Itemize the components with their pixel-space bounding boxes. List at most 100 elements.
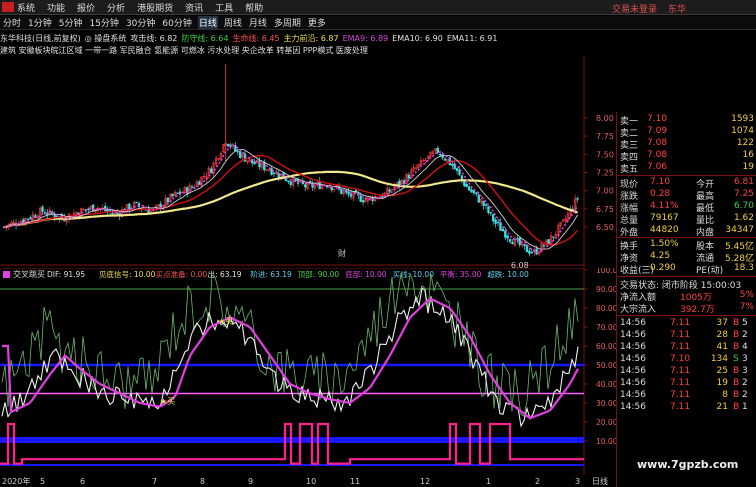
tick-row[interactable]: 14:56 7.10 134 S 3: [620, 354, 754, 366]
tick-volume: 21: [716, 402, 728, 412]
stat-value: 7.25: [733, 189, 754, 199]
period-monthly[interactable]: 月线: [248, 16, 268, 29]
stat-value: 4.11%: [650, 201, 679, 211]
tick-time: 14:56: [620, 402, 646, 412]
indicator-chart[interactable]: 交叉跳买 DIF: 91.95 见底信号: 10.00 买点准备: 0.00 出: 63…: [0, 268, 616, 487]
panel-separator: [617, 237, 756, 238]
stock-title[interactable]: 东华科技(日线,前复权): [0, 33, 81, 44]
panel-separator: [617, 315, 756, 316]
tick-direction: B: [733, 318, 740, 328]
sub-axis-label: 20.00: [596, 418, 616, 427]
sell-level-price: 7.10: [647, 114, 668, 124]
stat-value: 0.290: [650, 263, 676, 273]
sub-axis-label: 60.00: [596, 342, 616, 351]
period-weekly[interactable]: 周线: [223, 16, 243, 29]
menu-system[interactable]: 系统: [17, 1, 35, 14]
tick-price: 7.10: [670, 354, 691, 364]
period-more[interactable]: 更多: [307, 16, 327, 29]
quote-stat-row: 总量 79167 量比 1.62: [620, 213, 754, 226]
period-toolbar: 分时 1分钟 5分钟 15分钟 30分钟 60分钟 日线 周线 月线 多周期 更…: [0, 16, 756, 30]
tick-time: 14:56: [620, 390, 646, 400]
ema9-value: EMA9: 6.89: [342, 33, 389, 43]
tick-row[interactable]: 14:56 7.11 28 B 2: [620, 330, 754, 342]
date-label: 2020年: [2, 476, 30, 486]
period-daily[interactable]: 日线: [197, 16, 218, 29]
menu-tools[interactable]: 工具: [215, 1, 233, 14]
candle-body: [496, 221, 500, 224]
date-label: 10: [306, 477, 316, 486]
menu-hk-futures[interactable]: 港股期货: [137, 1, 173, 14]
period-multi[interactable]: 多周期: [273, 16, 302, 29]
candle-body: [460, 175, 464, 180]
indicator-value: 见底信号: 10.00: [99, 269, 156, 279]
flow-percent: 7%: [739, 302, 754, 312]
tick-row[interactable]: 14:56 7.11 41 B 4: [620, 342, 754, 354]
broker-link[interactable]: 东华: [668, 5, 686, 15]
period-1min[interactable]: 1分钟: [27, 16, 53, 29]
candle-body: [528, 250, 531, 254]
candlestick-chart[interactable]: 8.00 7.75 7.50 7.25 7.00 6.75 6.50 6.08 财: [0, 56, 616, 268]
stat-value: 6.70: [733, 201, 754, 211]
tick-direction: B: [733, 366, 740, 376]
tick-count: 3: [742, 354, 748, 364]
tick-row[interactable]: 14:56 7.11 25 B 3: [620, 366, 754, 378]
candle-body: [443, 158, 447, 161]
sell-level-row[interactable]: 卖五 7.06 19: [620, 162, 754, 175]
candle-body: [467, 186, 471, 191]
menu-function[interactable]: 功能: [47, 1, 65, 14]
sell-level-row[interactable]: 卖四 7.08 16: [620, 150, 754, 163]
tick-volume: 8: [722, 390, 728, 400]
money-flow-row: 净流入额 1005万 5%: [620, 290, 754, 303]
stat-value: 0.28: [650, 189, 671, 199]
tick-volume: 19: [716, 378, 728, 388]
candle-body: [22, 219, 25, 223]
sell-level-row[interactable]: 卖一 7.10 1593: [620, 114, 754, 127]
sell-level-row[interactable]: 卖三 7.08 122: [620, 138, 754, 151]
tick-price: 7.11: [670, 390, 691, 400]
ema11-value: EMA11: 6.91: [446, 33, 498, 43]
quote-stat-row: 收益(三) 0.290 PE(动) 18.3: [620, 263, 754, 276]
tick-row[interactable]: 14:56 7.11 21 B 1: [620, 402, 754, 414]
tick-row[interactable]: 14:56 7.11 8 B 2: [620, 390, 754, 402]
candle-body: [135, 201, 138, 204]
tick-price: 7.11: [670, 402, 691, 412]
period-5min[interactable]: 5分钟: [58, 16, 84, 29]
buy-marker-2: ★买: [218, 317, 233, 326]
period-30min[interactable]: 30分钟: [125, 16, 156, 29]
tick-direction: B: [733, 342, 740, 352]
sub-axis-label: 50.00: [596, 361, 616, 370]
date-label: 11: [350, 477, 360, 486]
trade-login-link[interactable]: 交易未登录: [612, 5, 657, 15]
menu-news[interactable]: 资讯: [185, 1, 203, 14]
menu-quote[interactable]: 报价: [77, 1, 95, 14]
date-label: 12: [420, 477, 430, 486]
indicator-value: 出: 63.19: [208, 269, 242, 279]
tick-price: 7.11: [670, 378, 691, 388]
attack-line-value: 攻击线: 6.82: [130, 33, 178, 43]
candle-body: [26, 218, 30, 220]
candle-body: [436, 147, 439, 153]
sell-level-row[interactable]: 卖二 7.09 1074: [620, 126, 754, 139]
tick-price: 7.11: [670, 318, 691, 328]
candle-body: [287, 180, 290, 183]
candle-body: [489, 212, 492, 214]
indicator-value: 买线: 10.00: [393, 269, 435, 279]
tick-time: 14:56: [620, 354, 646, 364]
menu-bar: 系统 功能 报价 分析 港股期货 资讯 工具 帮助 交易未登录 东华: [0, 0, 756, 15]
sub-axis-label: 70.00: [596, 323, 616, 332]
concept-tags: 建筑 安徽板块皖江区域 一带一路 军民融合 氢能源 可燃冰 污水处理 央企改革 …: [0, 45, 368, 55]
stat-value: 6.81: [733, 177, 754, 187]
stat-value: 1.50%: [650, 239, 679, 249]
menu-analysis[interactable]: 分析: [107, 1, 125, 14]
period-timeshare[interactable]: 分时: [2, 16, 22, 29]
candle-body: [511, 241, 514, 245]
tick-row[interactable]: 14:56 7.11 37 B 5: [620, 318, 754, 330]
period-60min[interactable]: 60分钟: [161, 16, 192, 29]
tick-count: 1: [742, 402, 748, 412]
indicator-value: 平衡: 35.00: [440, 269, 482, 279]
life-line-value: 生命线: 6.45: [232, 33, 280, 43]
period-15min[interactable]: 15分钟: [88, 16, 119, 29]
candle-body: [284, 178, 288, 182]
tick-row[interactable]: 14:56 7.11 19 B 2: [620, 378, 754, 390]
menu-help[interactable]: 帮助: [245, 1, 263, 14]
